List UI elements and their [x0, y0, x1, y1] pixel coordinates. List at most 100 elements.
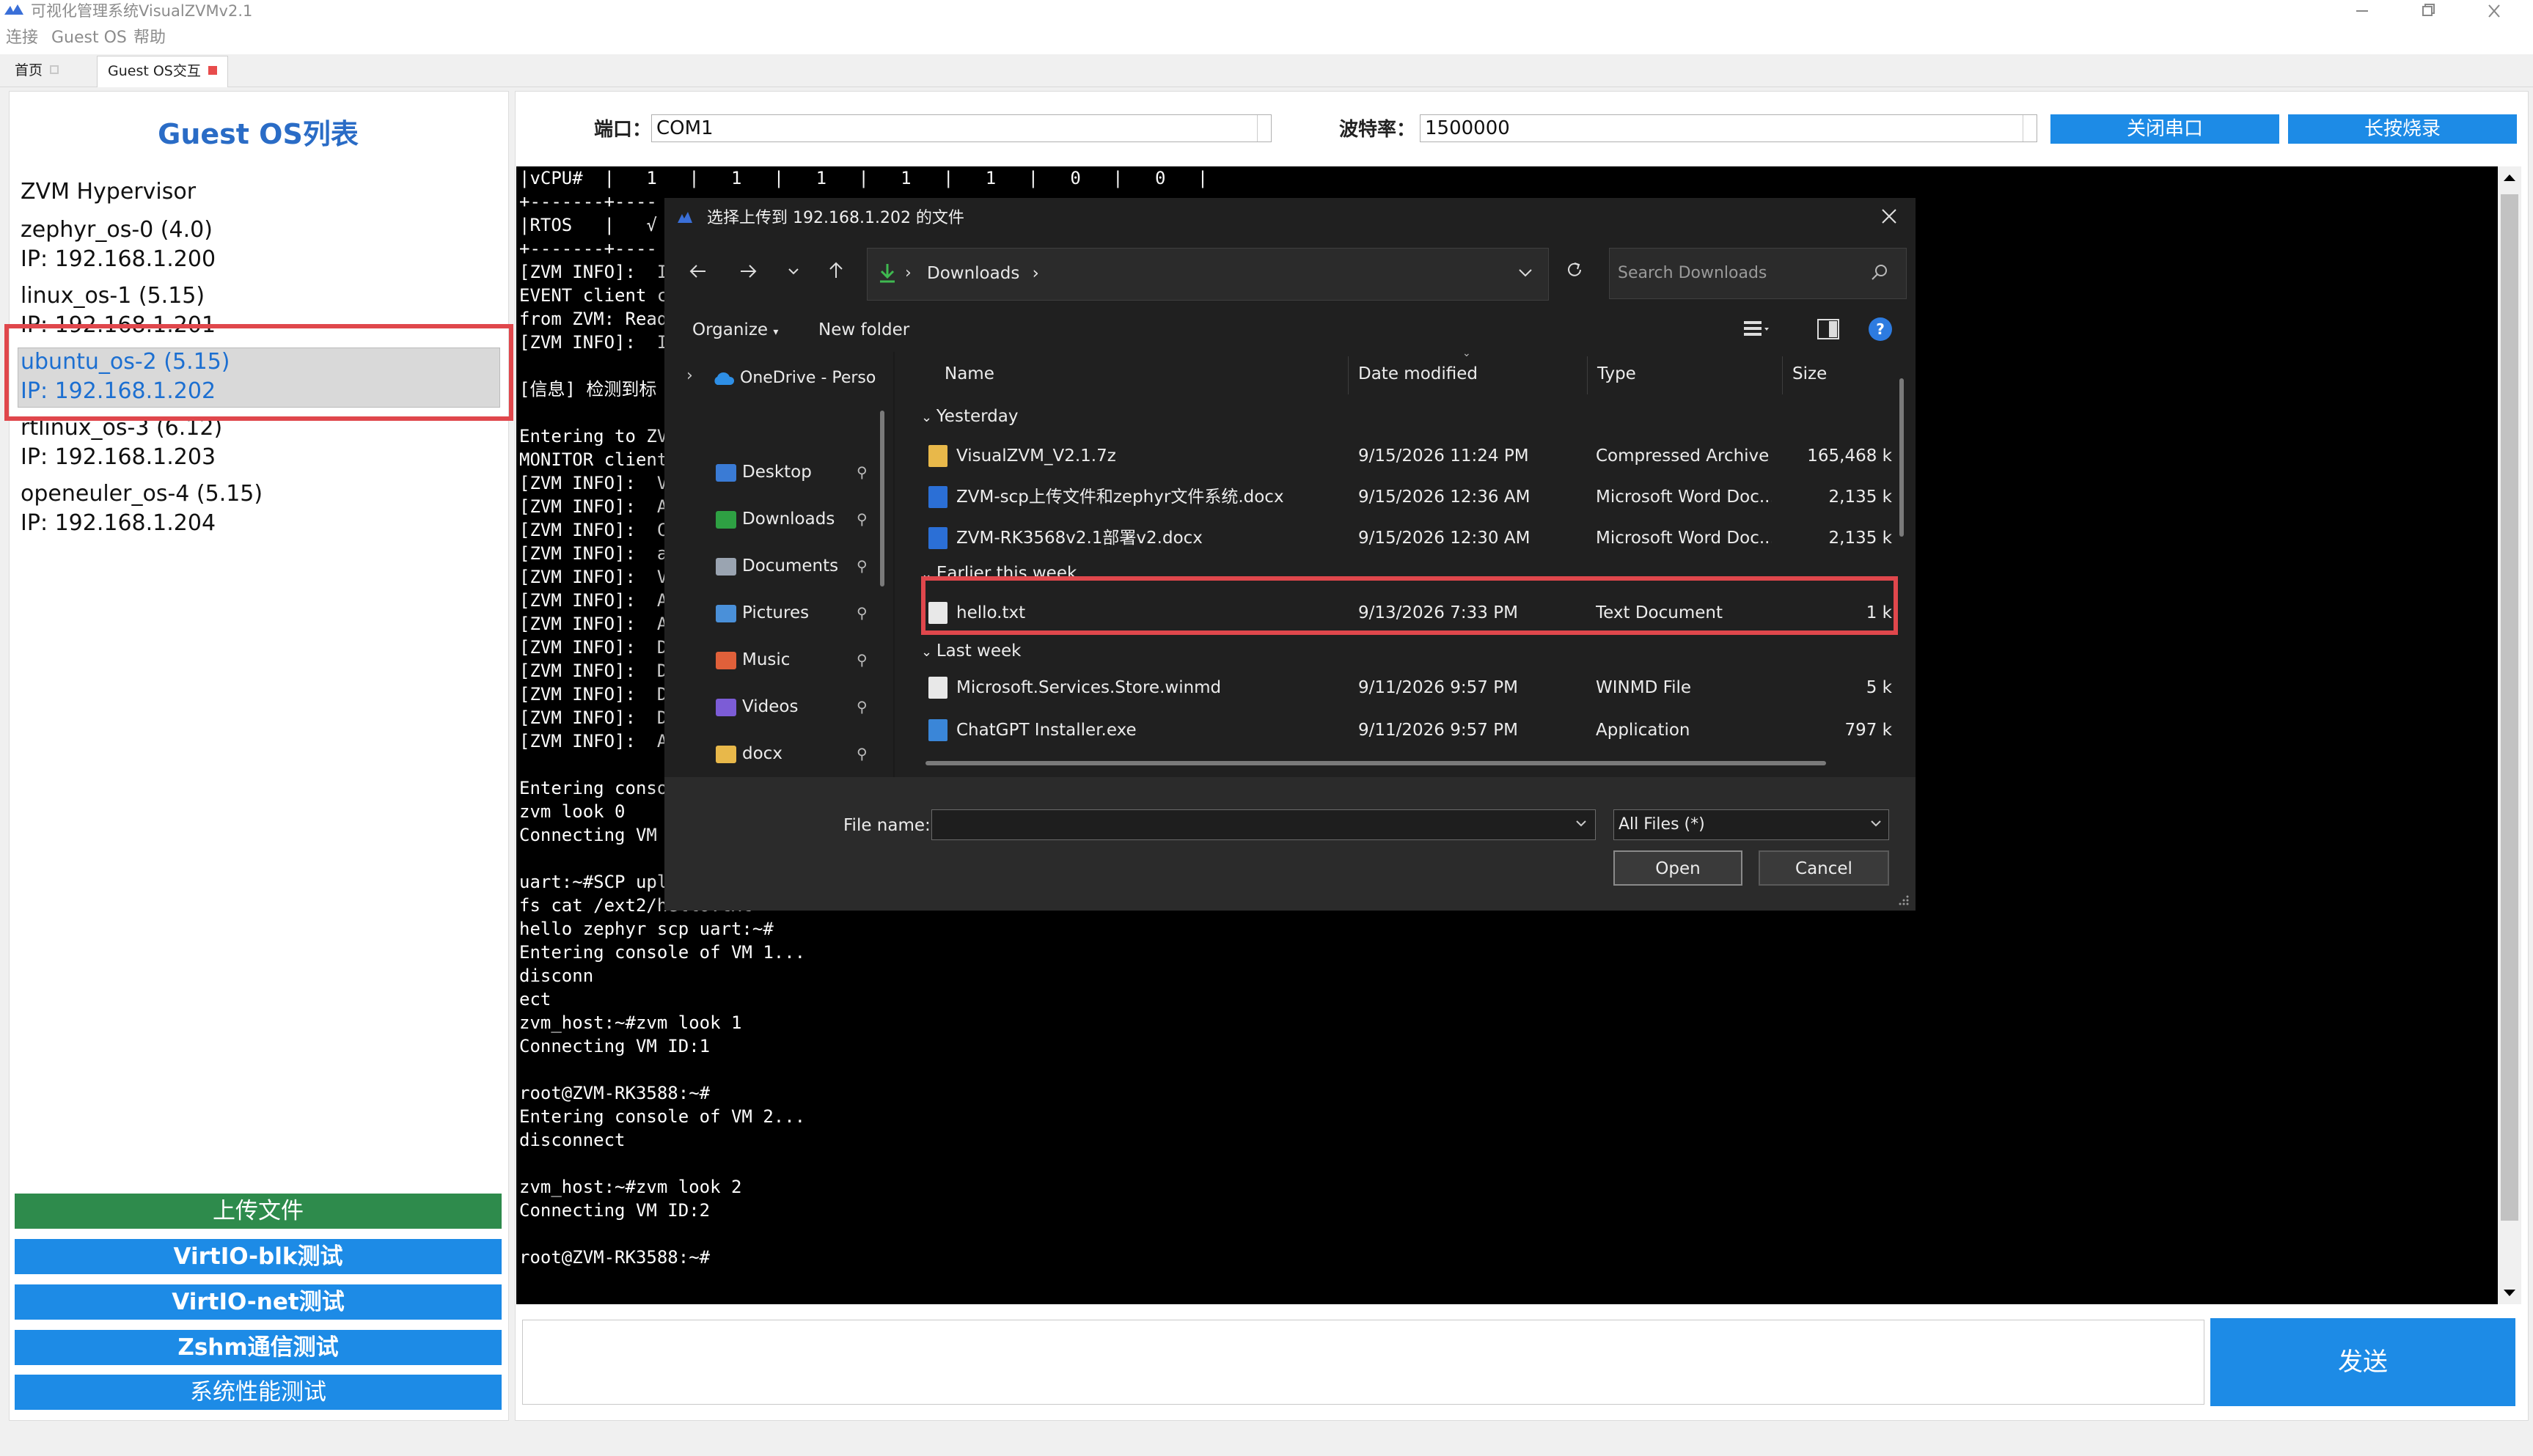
send-button[interactable]: 发送	[2210, 1318, 2515, 1406]
close-window-button[interactable]	[2468, 0, 2520, 22]
column-size[interactable]: Size	[1792, 358, 1827, 390]
pin-icon[interactable]: ⚲	[857, 452, 868, 493]
guest-name-1[interactable]: linux_os-1 (5.15)	[21, 283, 205, 309]
tab-close-icon[interactable]	[50, 65, 59, 74]
virtio-net-test-button[interactable]: VirtIO-net测试	[15, 1284, 502, 1320]
recent-locations-button[interactable]	[779, 257, 808, 290]
system-perf-test-button[interactable]: 系统性能测试	[15, 1375, 502, 1410]
baud-select[interactable]: 1500000	[1420, 114, 2037, 142]
file-icon	[928, 677, 947, 699]
file-list-vscrollbar[interactable]	[1899, 378, 1904, 537]
guest-name-4[interactable]: openeuler_os-4 (5.15)	[21, 481, 263, 507]
view-list-icon[interactable]	[1742, 317, 1769, 342]
hypervisor-item[interactable]: ZVM Hypervisor	[21, 179, 196, 205]
chevron-right-icon[interactable]: ›	[686, 367, 701, 389]
resize-grip-icon[interactable]	[1898, 894, 1910, 906]
column-date-modified[interactable]: Date modified	[1358, 358, 1478, 390]
chevron-down-icon[interactable]	[1515, 258, 1536, 287]
file-list-hscrollbar[interactable]	[925, 761, 1826, 765]
open-button[interactable]: Open	[1613, 850, 1742, 886]
nav-item-videos[interactable]: Videos ⚲	[716, 686, 877, 727]
refresh-button[interactable]	[1558, 257, 1591, 290]
nav-onedrive[interactable]: OneDrive - Perso	[711, 358, 899, 399]
organize-button[interactable]: Organize ▾	[692, 315, 778, 345]
preview-pane-icon[interactable]	[1816, 317, 1841, 342]
up-button[interactable]	[821, 257, 851, 290]
file-name[interactable]: ChatGPT Installer.exe	[956, 716, 1137, 745]
virtio-blk-test-button[interactable]: VirtIO-blk测试	[15, 1239, 502, 1274]
menu-guest-os[interactable]: Guest OS	[51, 22, 127, 54]
nav-pane-scrollbar[interactable]	[880, 411, 884, 587]
cancel-button[interactable]: Cancel	[1759, 850, 1889, 886]
dialog-footer	[664, 777, 1916, 911]
zshm-test-button[interactable]: Zshm通信测试	[15, 1330, 502, 1365]
pin-icon[interactable]: ⚲	[857, 639, 868, 680]
file-name[interactable]: ZVM-scp上传文件和zephyr文件系统.docx	[956, 482, 1284, 512]
column-divider[interactable]	[1348, 356, 1349, 394]
group-header[interactable]: ⌄ Last week	[921, 636, 1021, 666]
chevron-down-icon[interactable]: ⌄	[921, 644, 936, 660]
tab-guest-os[interactable]: Guest OS交互	[97, 56, 228, 87]
file-name[interactable]: ZVM-RK3568v2.1部署v2.docx	[956, 523, 1203, 553]
chevron-down-icon[interactable]	[1869, 812, 1883, 834]
chevron-down-icon[interactable]: ⌄	[921, 410, 936, 425]
pin-icon[interactable]: ⚲	[857, 733, 868, 774]
baud-value: 1500000	[1425, 117, 1510, 139]
pin-icon[interactable]: ⚲	[857, 592, 868, 633]
breadcrumb-separator: ›	[905, 264, 912, 282]
back-button[interactable]	[683, 257, 713, 290]
download-icon	[880, 264, 895, 283]
terminal-scrollbar-thumb[interactable]	[2501, 194, 2518, 1221]
nav-item-pictures[interactable]: Pictures ⚲	[716, 592, 877, 633]
guest-ip-0[interactable]: IP: 192.168.1.200	[21, 246, 216, 272]
nav-item-documents[interactable]: Documents ⚲	[716, 545, 877, 587]
long-press-flash-button[interactable]: 长按烧录	[2288, 114, 2517, 144]
dialog-close-button[interactable]	[1874, 204, 1904, 233]
group-label: Last week	[936, 641, 1022, 661]
minimize-button[interactable]	[2336, 0, 2388, 22]
forward-button[interactable]	[733, 257, 763, 290]
annotation-highlight-hello-file	[921, 576, 1898, 635]
command-input[interactable]	[522, 1320, 2204, 1405]
close-port-button[interactable]: 关闭串口	[2050, 114, 2279, 144]
column-divider[interactable]	[1587, 356, 1588, 394]
tab-home-label: 首页	[15, 62, 43, 78]
file-name[interactable]: Microsoft.Services.Store.winmd	[956, 673, 1221, 702]
maximize-button[interactable]	[2402, 0, 2454, 22]
pin-icon[interactable]: ⚲	[857, 686, 868, 727]
guest-ip-3[interactable]: IP: 192.168.1.203	[21, 444, 216, 470]
column-divider[interactable]	[1782, 356, 1783, 394]
menu-help[interactable]: 帮助	[133, 22, 166, 54]
chevron-down-icon[interactable]	[1574, 812, 1588, 834]
nav-pane-divider[interactable]	[893, 352, 895, 777]
upload-file-button[interactable]: 上传文件	[15, 1194, 502, 1229]
file-name-input[interactable]	[931, 809, 1596, 840]
close-icon	[2488, 4, 2500, 18]
file-type-filter[interactable]: All Files (*)	[1613, 809, 1889, 840]
nav-item-downloads[interactable]: Downloads ⚲	[716, 499, 877, 540]
help-icon[interactable]: ?	[1869, 317, 1892, 341]
nav-item-docx[interactable]: docx ⚲	[716, 733, 877, 774]
port-select[interactable]: COM1	[651, 114, 1272, 142]
pin-icon[interactable]: ⚲	[857, 499, 868, 540]
breadcrumb[interactable]: Downloads ›	[927, 248, 1039, 299]
scroll-up-icon[interactable]	[2498, 166, 2521, 190]
menu-connect[interactable]: 连接	[6, 22, 38, 54]
scroll-down-icon[interactable]	[2498, 1281, 2521, 1304]
guest-name-0[interactable]: zephyr_os-0 (4.0)	[21, 217, 213, 243]
column-name[interactable]: Name	[945, 358, 994, 390]
dropdown-arrow-icon[interactable]	[1257, 115, 1268, 141]
group-header[interactable]: ⌄ Yesterday	[921, 402, 1018, 431]
column-type[interactable]: Type	[1597, 358, 1636, 390]
port-value: COM1	[656, 117, 714, 139]
guest-ip-4[interactable]: IP: 192.168.1.204	[21, 510, 216, 536]
tab-home[interactable]: 首页	[4, 56, 69, 85]
nav-item-music[interactable]: Music ⚲	[716, 639, 877, 680]
nav-item-desktop[interactable]: Desktop ⚲	[716, 452, 877, 493]
breadcrumb-downloads[interactable]: Downloads	[927, 264, 1019, 283]
dropdown-arrow-icon[interactable]	[2023, 115, 2034, 141]
tab-close-icon[interactable]	[208, 65, 217, 75]
new-folder-button[interactable]: New folder	[818, 315, 909, 345]
file-name[interactable]: VisualZVM_V2.1.7z	[956, 441, 1116, 471]
pin-icon[interactable]: ⚲	[857, 545, 868, 587]
